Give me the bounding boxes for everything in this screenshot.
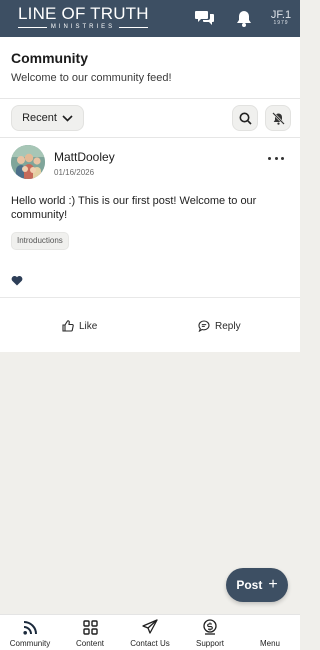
brand-rule-left bbox=[18, 26, 47, 28]
brand-subtitle-text: MINISTRIES bbox=[50, 24, 116, 30]
brand-logo[interactable]: LINE OF TRUTH MINISTRIES bbox=[18, 4, 149, 31]
bottom-nav: Community Content Contact Us Support Men… bbox=[0, 614, 300, 650]
page-subtitle: Welcome to our community feed! bbox=[11, 72, 172, 84]
chat-icon[interactable] bbox=[195, 9, 215, 27]
logo-mark-bottom: 1979 bbox=[273, 20, 289, 26]
nav-label: Support bbox=[195, 639, 225, 648]
avatar[interactable] bbox=[11, 145, 45, 179]
filter-bar: Recent bbox=[0, 99, 300, 138]
sort-label: Recent bbox=[22, 112, 57, 124]
heart-icon[interactable] bbox=[11, 275, 23, 286]
comment-icon bbox=[198, 320, 210, 332]
post-body: Hello world :) This is our first post! W… bbox=[11, 195, 257, 221]
post-tag[interactable]: Introductions bbox=[11, 232, 69, 250]
plus-icon: + bbox=[268, 576, 278, 593]
send-icon bbox=[141, 618, 159, 636]
like-label: Like bbox=[79, 320, 98, 332]
bell-off-icon bbox=[271, 111, 285, 125]
nav-item-community[interactable]: Community bbox=[0, 618, 60, 650]
divider bbox=[0, 297, 300, 298]
nav-item-menu[interactable]: Menu bbox=[240, 618, 300, 650]
nav-label: Contact Us bbox=[130, 639, 170, 648]
nav-item-support[interactable]: Support bbox=[180, 618, 240, 650]
new-post-label: Post bbox=[236, 578, 263, 592]
thumbs-up-icon bbox=[62, 320, 74, 332]
nav-item-content[interactable]: Content bbox=[60, 618, 120, 650]
search-icon bbox=[239, 112, 252, 125]
brand-title: LINE OF TRUTH bbox=[18, 4, 149, 23]
bell-icon[interactable] bbox=[234, 9, 254, 27]
post-date: 01/16/2026 bbox=[54, 168, 95, 177]
search-button[interactable] bbox=[232, 105, 258, 131]
page-title: Community bbox=[11, 50, 88, 66]
dollar-icon bbox=[201, 618, 219, 636]
nav-item-contact-us[interactable]: Contact Us bbox=[120, 618, 180, 650]
more-dot bbox=[274, 156, 278, 160]
ministry-logo-mark[interactable]: JF.1 1979 bbox=[270, 9, 292, 27]
reply-label: Reply bbox=[215, 320, 241, 332]
rss-icon bbox=[21, 618, 39, 636]
new-post-button[interactable]: Post + bbox=[226, 568, 288, 602]
brand-rule-right bbox=[119, 26, 148, 28]
top-bar: LINE OF TRUTH MINISTRIES JF.1 1979 bbox=[0, 0, 300, 37]
nav-label: Community bbox=[9, 639, 51, 648]
like-button[interactable]: Like bbox=[62, 320, 97, 332]
more-dot bbox=[268, 156, 271, 160]
menu-icon bbox=[261, 618, 279, 636]
post-author[interactable]: MattDooley bbox=[54, 150, 115, 164]
more-options-icon[interactable] bbox=[268, 152, 284, 164]
more-dot bbox=[281, 156, 284, 160]
nav-label: Content bbox=[75, 639, 105, 648]
grid-icon bbox=[81, 618, 99, 636]
brand-subtitle: MINISTRIES bbox=[18, 23, 148, 31]
chevron-down-icon bbox=[62, 114, 73, 122]
nav-label: Menu bbox=[259, 639, 280, 648]
notifications-off-button[interactable] bbox=[265, 105, 291, 131]
sort-dropdown[interactable]: Recent bbox=[11, 105, 84, 131]
post-card: MattDooley 01/16/2026 Hello world :) Thi… bbox=[0, 138, 300, 352]
reply-button[interactable]: Reply bbox=[198, 320, 241, 332]
community-header: Community Welcome to our community feed! bbox=[0, 37, 300, 99]
